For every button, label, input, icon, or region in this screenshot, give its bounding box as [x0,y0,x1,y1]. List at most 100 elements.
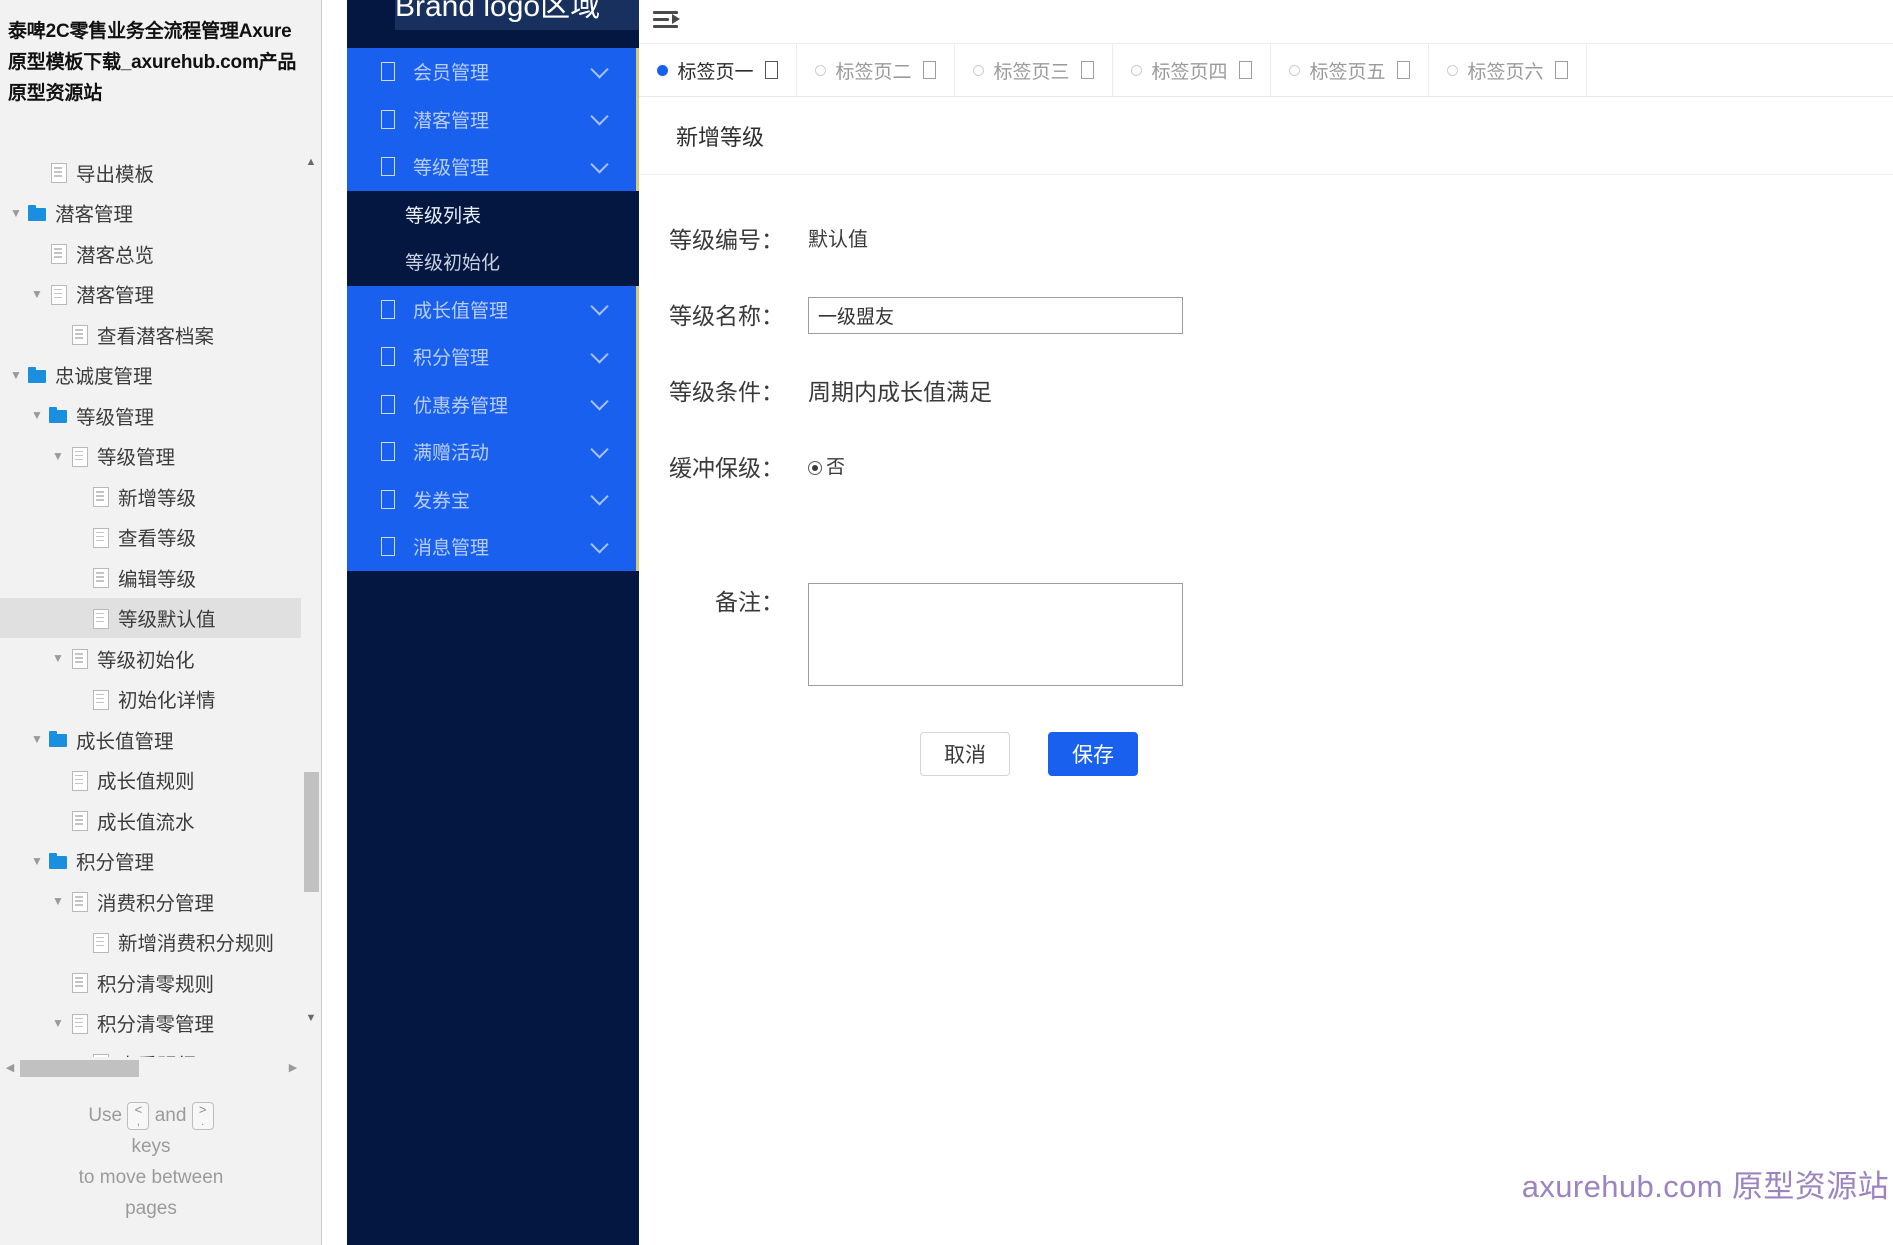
tab-close-icon[interactable] [1554,61,1568,79]
scroll-down-arrow-icon[interactable]: ▼ [304,1011,318,1025]
tab-close-icon[interactable] [1238,61,1252,79]
chevron-down-icon[interactable] [590,154,609,174]
scroll-right-arrow-icon[interactable]: ▶ [286,1061,300,1075]
sidebar-subitem-2[interactable]: 等级初始化 [347,238,639,286]
cancel-button[interactable]: 取消 [920,732,1010,776]
tree-expand-caret-icon[interactable]: ▼ [48,651,68,665]
tree-node[interactable]: ▼ 消费积分管理 [0,881,321,922]
tree-node-label: 忠诚度管理 [55,366,153,389]
code-value: 默认值 [808,229,868,251]
buffer-radio-group[interactable]: 否 [808,449,845,487]
tab-6[interactable]: 标签页六 [1429,44,1587,96]
condition-label: 等级条件： [669,379,784,405]
tree-node[interactable]: ▼潜客总览 [0,233,321,274]
tree-expand-caret-icon[interactable]: ▼ [6,368,26,382]
tab-2[interactable]: 标签页二 [797,44,955,96]
tab-5[interactable]: 标签页五 [1271,44,1429,96]
tree-node[interactable]: ▼ 等级管理 [0,395,321,436]
next-key-subglyph: . [201,1115,205,1128]
page-title: 新增等级 [676,124,765,150]
tab-3[interactable]: 标签页三 [955,44,1113,96]
tree-expand-caret-icon[interactable]: ▼ [27,732,47,746]
tree-node[interactable]: ▼导出模板 [0,152,321,193]
level-name-input[interactable] [808,297,1183,334]
sidebar-item-8[interactable]: 发券宝 [347,475,639,523]
sidebar-item-4[interactable]: 成长值管理 [347,285,639,333]
tree-node-label: 成长值规则 [97,771,195,794]
sidebar-item-label: 发券宝 [413,490,471,512]
remark-textarea[interactable] [808,583,1183,686]
tree-node[interactable]: ▼成长值规则 [0,760,321,801]
tree-node[interactable]: ▼ 等级管理 [0,436,321,477]
tree-node[interactable]: ▼编辑等级 [0,557,321,598]
tree-expand-caret-icon[interactable]: ▼ [48,1016,68,1030]
chevron-down-icon[interactable] [590,439,609,459]
tab-label: 标签页六 [1467,61,1544,83]
tree-node[interactable]: ▼ 积分管理 [0,841,321,882]
tab-close-icon[interactable] [1080,61,1094,79]
tree-node[interactable]: ▼等级默认值 [0,597,321,638]
scroll-left-arrow-icon[interactable]: ◀ [3,1061,17,1075]
tree-expand-caret-icon[interactable]: ▼ [27,408,47,422]
tree-node-label: 成长值流水 [97,811,195,834]
tree-node[interactable]: ▼成长值流水 [0,800,321,841]
tree-expand-caret-icon[interactable]: ▼ [48,894,68,908]
menu-fold-icon[interactable] [653,7,681,31]
save-button[interactable]: 保存 [1048,732,1138,776]
tree-node[interactable]: ▼新增消费积分规则 [0,922,321,963]
tree-expand-caret-icon[interactable]: ▼ [27,287,47,301]
tree-node-label: 初始化详情 [118,690,216,713]
sidebar-subitem-1[interactable]: 等级列表 [347,191,639,239]
sitemap-tree[interactable]: ▼导出模板▼潜客管理▼潜客总览▼潜客管理▼查看潜客档案▼忠诚度管理▼等级管理▼等… [0,152,321,1057]
sidebar-item-3[interactable]: 等级管理 [347,143,639,191]
tree-node[interactable]: ▼ 忠诚度管理 [0,355,321,396]
sitemap-tree-vertical-scrollbar[interactable]: ▲ ▼ [301,152,321,1057]
tree-node[interactable]: ▼查看潜客档案 [0,314,321,355]
tab-close-icon[interactable] [764,61,778,79]
tree-node[interactable]: ▼新增等级 [0,476,321,517]
chevron-down-icon[interactable] [590,392,609,411]
chevron-down-icon[interactable] [590,344,609,364]
radio-selected-icon[interactable] [808,461,822,475]
sidebar-item-2[interactable]: 潜客管理 [347,95,639,143]
tab-bar[interactable]: 标签页一 标签页二 标签页三 标签页四 标签页五 标签页六 [639,44,1893,97]
tab-close-icon[interactable] [1396,61,1410,79]
tree-node[interactable]: ▼积分清零规则 [0,962,321,1003]
scroll-up-arrow-icon[interactable]: ▲ [304,155,318,169]
chevron-down-icon[interactable] [590,59,609,79]
sitemap-tree-horizontal-scrollbar[interactable]: ◀ ▶ [0,1058,321,1080]
sidebar-menu-list[interactable]: 会员管理 潜客管理 等级管理 等级列表 等级初始化 成长值管理 积分管理 优惠券管理 满赠活动发… [347,48,639,577]
tree-node[interactable]: ▼初始化详情 [0,679,321,720]
form-actions: 取消 保存 [640,732,1893,776]
tab-4[interactable]: 标签页四 [1113,44,1271,96]
menu-square-icon [381,489,395,509]
sidebar-item-9[interactable]: 消息管理 [347,523,639,571]
page-icon [68,1012,90,1034]
tree-node[interactable]: ▼查看明细 [0,1043,321,1057]
page-icon [89,688,111,710]
tree-node[interactable]: ▼ 积分清零管理 [0,1003,321,1044]
tab-inactive-circle-icon [815,64,827,76]
prev-page-key-icon: < , [127,1101,150,1130]
sidebar-item-7[interactable]: 满赠活动 [347,428,639,476]
vertical-scroll-thumb[interactable] [304,772,319,892]
tab-1[interactable]: 标签页一 [639,44,797,96]
tree-node[interactable]: ▼ 等级初始化 [0,638,321,679]
tree-node[interactable]: ▼ 成长值管理 [0,719,321,760]
sidebar-item-5[interactable]: 积分管理 [347,333,639,381]
tree-expand-caret-icon[interactable]: ▼ [48,449,68,463]
sidebar-item-1[interactable]: 会员管理 [347,48,639,96]
panel-header: 新增等级 [640,97,1893,175]
horizontal-scroll-thumb[interactable] [20,1060,139,1077]
tree-node[interactable]: ▼ 潜客管理 [0,274,321,315]
tree-expand-caret-icon[interactable]: ▼ [27,854,47,868]
chevron-down-icon[interactable] [590,107,609,126]
sidebar-item-6[interactable]: 优惠券管理 [347,380,639,428]
tree-node[interactable]: ▼ 潜客管理 [0,193,321,234]
tab-close-icon[interactable] [922,61,936,79]
chevron-down-icon[interactable] [590,297,609,316]
tree-node[interactable]: ▼查看等级 [0,517,321,558]
chevron-down-icon[interactable] [590,487,609,506]
tree-expand-caret-icon[interactable]: ▼ [6,206,26,220]
chevron-down-icon[interactable] [590,534,609,554]
